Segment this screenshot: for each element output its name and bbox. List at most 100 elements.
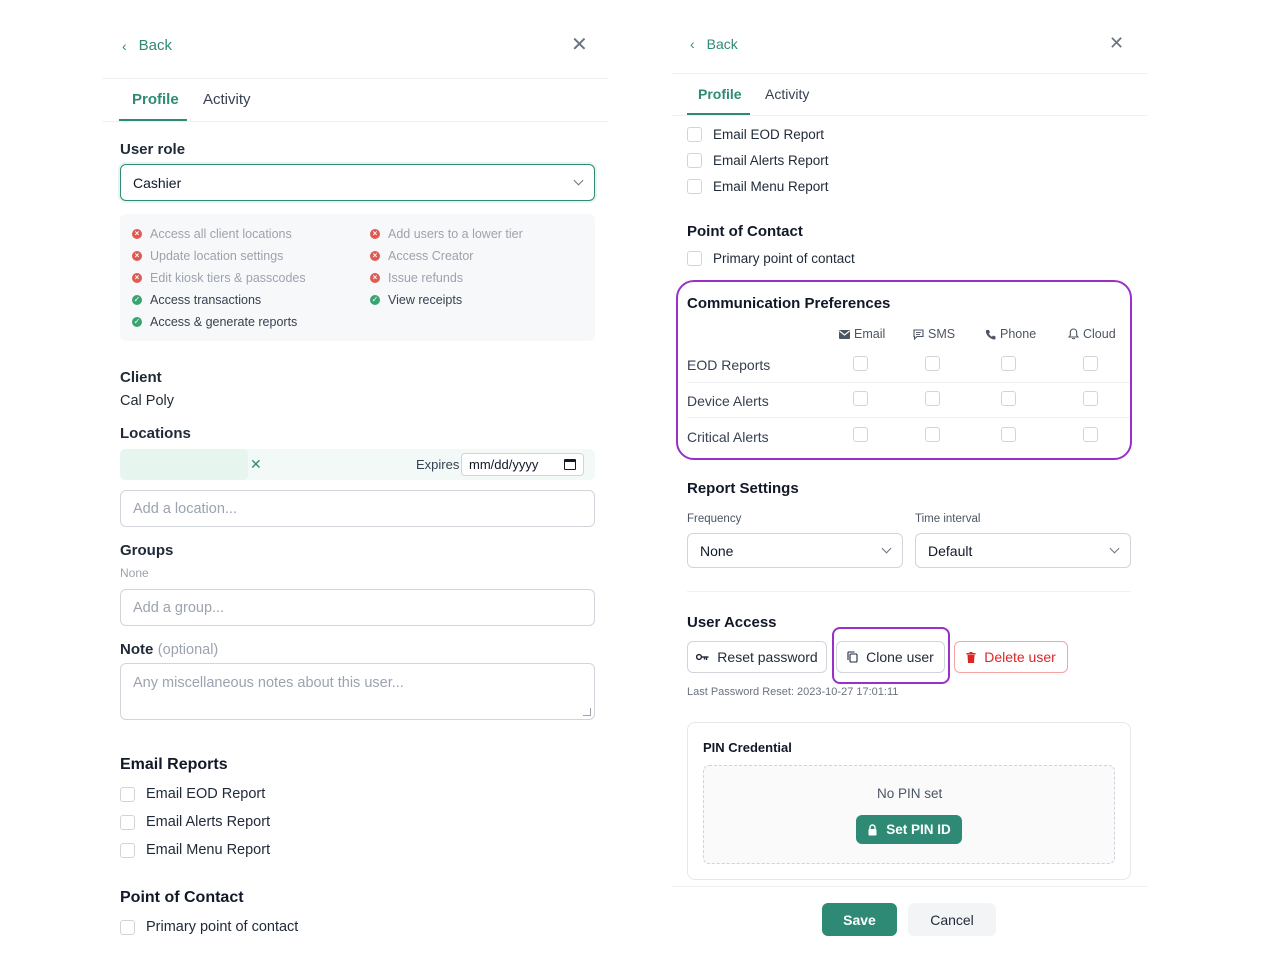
tab-profile[interactable]: Profile <box>132 91 179 108</box>
pref-checkbox[interactable] <box>925 356 940 371</box>
chevron-down-icon <box>1109 543 1120 554</box>
col-email: Email <box>839 327 885 341</box>
lock-icon <box>868 823 877 835</box>
email-alerts-checkbox[interactable]: Email Alerts Report <box>687 153 829 168</box>
tab-activity[interactable]: Activity <box>203 91 251 108</box>
permission-item: ✓ View receipts <box>370 293 463 307</box>
email-reports-title: Email Reports <box>120 756 228 773</box>
pin-status: No PIN set <box>877 786 943 801</box>
email-menu-checkbox[interactable]: Email Menu Report <box>120 842 270 858</box>
check-icon: ✓ <box>132 295 142 305</box>
user-role-label: User role <box>120 141 186 158</box>
add-group-input[interactable]: Add a group... <box>120 589 595 626</box>
pref-checkbox[interactable] <box>1001 356 1016 371</box>
email-menu-checkbox[interactable]: Email Menu Report <box>687 179 829 194</box>
deny-icon: × <box>132 229 142 239</box>
trash-icon <box>966 651 976 663</box>
date-placeholder: mm/dd/yyyy <box>469 457 539 472</box>
left-panel: ‹ Back ✕ Profile Activity User role Cash… <box>0 0 640 960</box>
user-role-value: Cashier <box>133 174 182 191</box>
chevron-left-icon: ‹ <box>122 37 127 54</box>
row-divider <box>687 417 1131 418</box>
mail-icon <box>839 329 850 339</box>
note-textarea[interactable]: Any miscellaneous notes about this user.… <box>120 663 595 720</box>
bell-icon <box>1068 328 1079 340</box>
col-sms: SMS <box>913 327 955 341</box>
deny-icon: × <box>132 273 142 283</box>
col-phone: Phone <box>985 327 1036 341</box>
header-divider <box>102 78 608 79</box>
groups-label: Groups <box>120 542 174 559</box>
email-eod-checkbox[interactable]: Email EOD Report <box>687 127 824 142</box>
location-row: ✕ Expires mm/dd/yyyy <box>120 449 595 480</box>
cancel-button[interactable]: Cancel <box>908 903 996 936</box>
close-icon[interactable]: ✕ <box>1109 34 1124 52</box>
back-button[interactable]: ‹ Back <box>122 37 172 54</box>
deny-icon: × <box>132 251 142 261</box>
interval-select[interactable]: Default <box>915 533 1131 568</box>
groups-value: None <box>120 566 149 580</box>
chevron-down-icon <box>573 175 584 186</box>
pref-checkbox[interactable] <box>1083 391 1098 406</box>
permission-item: × Issue refunds <box>370 271 463 285</box>
tab-profile[interactable]: Profile <box>698 86 742 102</box>
permission-item: × Add users to a lower tier <box>370 227 523 241</box>
user-access-title: User Access <box>687 614 777 631</box>
section-divider <box>687 591 1131 592</box>
note-label: Note (optional) <box>120 641 219 658</box>
reset-password-button[interactable]: Reset password <box>687 641 827 673</box>
pref-checkbox[interactable] <box>1001 391 1016 406</box>
deny-icon: × <box>370 273 380 283</box>
permission-item: × Access Creator <box>370 249 473 263</box>
close-icon[interactable]: ✕ <box>571 35 588 55</box>
set-pin-button[interactable]: Set PIN ID <box>856 815 962 844</box>
tabs-divider <box>672 115 1147 116</box>
row-device-alerts: Device Alerts <box>687 393 769 409</box>
permission-item: ✓ Access & generate reports <box>132 315 298 329</box>
client-label: Client <box>120 369 162 386</box>
primary-contact-checkbox[interactable]: Primary point of contact <box>120 919 298 935</box>
email-eod-checkbox[interactable]: Email EOD Report <box>120 786 265 802</box>
back-button[interactable]: ‹ Back <box>690 36 738 52</box>
point-of-contact-title: Point of Contact <box>120 889 244 906</box>
message-icon <box>913 328 924 340</box>
add-location-input[interactable]: Add a location... <box>120 490 595 527</box>
check-icon: ✓ <box>132 317 142 327</box>
chevron-down-icon <box>881 543 892 554</box>
footer-divider <box>672 886 1147 887</box>
location-chip <box>120 449 248 480</box>
col-cloud: Cloud <box>1068 327 1116 341</box>
calendar-icon <box>564 459 576 470</box>
pref-checkbox[interactable] <box>1083 427 1098 442</box>
clone-user-button[interactable]: Clone user <box>836 641 945 673</box>
remove-location-icon[interactable]: ✕ <box>250 456 262 473</box>
user-role-select[interactable]: Cashier <box>120 164 595 201</box>
pref-checkbox[interactable] <box>853 356 868 371</box>
point-of-contact-title: Point of Contact <box>687 223 803 240</box>
back-label: Back <box>138 37 173 54</box>
header-divider <box>672 73 1147 74</box>
client-value: Cal Poly <box>120 393 174 409</box>
expires-label: Expires <box>416 457 460 472</box>
resize-handle-icon[interactable] <box>583 708 591 716</box>
save-button[interactable]: Save <box>822 903 897 936</box>
key-icon <box>696 653 709 661</box>
pref-checkbox[interactable] <box>925 391 940 406</box>
copy-icon <box>847 651 858 663</box>
comm-prefs-title: Communication Preferences <box>687 295 891 312</box>
permission-item: × Edit kiosk tiers & passcodes <box>132 271 306 285</box>
deny-icon: × <box>370 229 380 239</box>
tab-activity[interactable]: Activity <box>765 86 809 102</box>
pref-checkbox[interactable] <box>853 391 868 406</box>
primary-contact-checkbox[interactable]: Primary point of contact <box>687 251 855 266</box>
pref-checkbox[interactable] <box>853 427 868 442</box>
delete-user-button[interactable]: Delete user <box>954 641 1068 673</box>
pref-checkbox[interactable] <box>1083 356 1098 371</box>
pref-checkbox[interactable] <box>1001 427 1016 442</box>
expires-date-input[interactable]: mm/dd/yyyy <box>461 453 584 476</box>
frequency-select[interactable]: None <box>687 533 903 568</box>
pref-checkbox[interactable] <box>925 427 940 442</box>
tabs-divider <box>102 121 608 122</box>
check-icon: ✓ <box>370 295 380 305</box>
email-alerts-checkbox[interactable]: Email Alerts Report <box>120 814 270 830</box>
